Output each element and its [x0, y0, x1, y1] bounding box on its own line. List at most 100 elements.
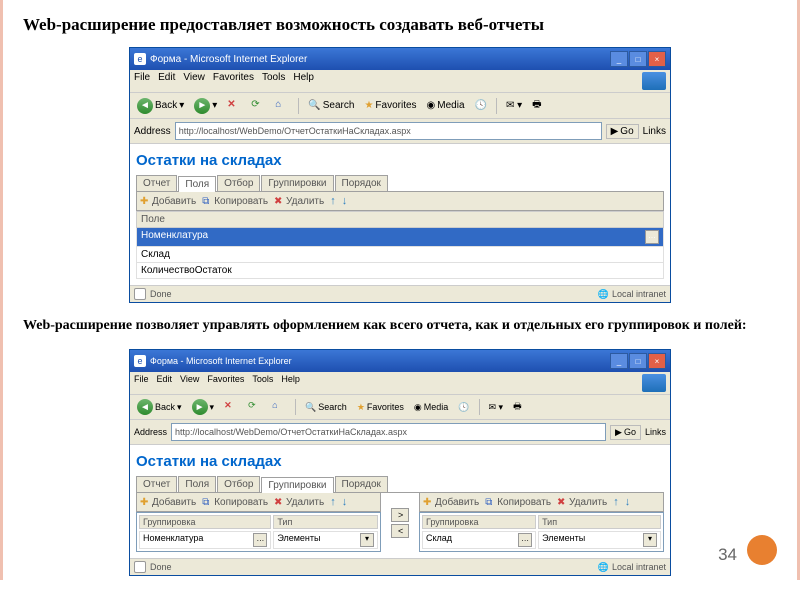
titlebar: e Форма - Microsoft Internet Explorer _ …	[130, 48, 670, 70]
slide-heading-2: Web-расширение позволяет управлять оформ…	[23, 318, 777, 334]
search-button[interactable]: 🔍Search	[302, 401, 350, 414]
page-number: 34	[718, 545, 737, 565]
home-button[interactable]: ⌂	[272, 98, 292, 114]
stop-button[interactable]: ✕	[221, 399, 241, 415]
tab-fields[interactable]: Поля	[178, 176, 216, 192]
status-text: Done	[150, 562, 172, 572]
address-input[interactable]: http://localhost/WebDemo/ОтчетОстаткиНаС…	[171, 423, 606, 441]
minimize-button[interactable]: _	[610, 51, 628, 67]
media-button[interactable]: ◉Media	[424, 99, 468, 112]
table-row[interactable]: Склад	[137, 247, 664, 263]
delete-button[interactable]: ✖Удалить	[274, 196, 324, 207]
menu-favorites[interactable]: Favorites	[213, 72, 254, 90]
table-row[interactable]: Номенклатура…	[137, 228, 664, 247]
menu-file[interactable]: File	[134, 374, 149, 392]
history-button[interactable]: 🕓	[472, 99, 490, 112]
dropdown-icon[interactable]: …	[253, 533, 267, 547]
media-button[interactable]: ◉Media	[411, 401, 451, 414]
dropdown-icon[interactable]: ▾	[360, 533, 374, 547]
favorites-button[interactable]: ★Favorites	[361, 99, 419, 112]
menu-edit[interactable]: Edit	[157, 374, 173, 392]
tab-order[interactable]: Порядок	[335, 476, 388, 492]
decorative-circle	[747, 535, 777, 565]
move-down-button[interactable]: ↓	[342, 496, 348, 508]
minimize-button[interactable]: _	[610, 353, 628, 369]
delete-button[interactable]: ✖Удалить	[274, 497, 324, 508]
links-label[interactable]: Links	[645, 427, 666, 437]
mail-button[interactable]: ✉ ▾	[503, 99, 525, 112]
home-button[interactable]: ⌂	[269, 399, 289, 415]
ie-logo	[642, 72, 666, 90]
tab-filter[interactable]: Отбор	[217, 175, 260, 191]
ie-icon: e	[134, 53, 146, 65]
move-up-button[interactable]: ↑	[330, 496, 336, 508]
refresh-button[interactable]: ⟳	[245, 399, 265, 415]
search-button[interactable]: 🔍Search	[305, 99, 357, 112]
menu-help[interactable]: Help	[281, 374, 300, 392]
copy-button[interactable]: ⧉Копировать	[202, 497, 268, 508]
add-button[interactable]: ✚Добавить	[140, 497, 196, 508]
tab-filter[interactable]: Отбор	[217, 476, 260, 492]
refresh-button[interactable]: ⟳	[248, 98, 268, 114]
menu-favorites[interactable]: Favorites	[207, 374, 244, 392]
move-down-button[interactable]: ↓	[342, 195, 348, 207]
tab-order[interactable]: Порядок	[335, 175, 388, 191]
maximize-button[interactable]: □	[629, 51, 647, 67]
move-left-button[interactable]: <	[391, 524, 409, 538]
go-button[interactable]: ▶Go	[606, 124, 639, 139]
back-button[interactable]: ◄Back ▾	[134, 97, 187, 115]
move-down-button[interactable]: ↓	[625, 496, 631, 508]
menubar: File Edit View Favorites Tools Help	[130, 372, 670, 395]
mail-button[interactable]: ✉ ▾	[486, 401, 507, 414]
favorites-button[interactable]: ★Favorites	[354, 401, 407, 414]
tab-report[interactable]: Отчет	[136, 175, 177, 191]
move-right-button[interactable]: >	[391, 508, 409, 522]
tab-groupings[interactable]: Группировки	[261, 477, 333, 493]
menu-tools[interactable]: Tools	[252, 374, 273, 392]
fields-table: Поле Номенклатура… Склад КоличествоОстат…	[136, 211, 664, 279]
tab-fields[interactable]: Поля	[178, 476, 216, 492]
close-button[interactable]: ×	[648, 51, 666, 67]
move-up-button[interactable]: ↑	[330, 195, 336, 207]
copy-button[interactable]: ⧉Копировать	[485, 497, 551, 508]
ie-icon: e	[134, 355, 146, 367]
move-up-button[interactable]: ↑	[613, 496, 619, 508]
go-button[interactable]: ▶Go	[610, 425, 641, 440]
dropdown-icon[interactable]: …	[645, 230, 659, 244]
table-row[interactable]: КоличествоОстаток	[137, 263, 664, 279]
menu-view[interactable]: View	[180, 374, 199, 392]
copy-button[interactable]: ⧉Копировать	[202, 196, 268, 207]
back-button[interactable]: ◄Back ▾	[134, 398, 185, 416]
tabs: Отчет Поля Отбор Группировки Порядок	[136, 476, 664, 493]
links-label[interactable]: Links	[643, 126, 666, 137]
table-row[interactable]: Номенклатура…Элементы▾	[139, 531, 378, 549]
menu-view[interactable]: View	[183, 72, 205, 90]
history-button[interactable]: 🕓	[455, 401, 472, 414]
page-title: Остатки на складах	[136, 453, 664, 470]
print-button[interactable]: 🖶	[529, 96, 544, 115]
menu-help[interactable]: Help	[293, 72, 314, 90]
menubar: File Edit View Favorites Tools Help	[130, 70, 670, 93]
toolbar: ◄Back ▾ ► ▾ ✕ ⟳ ⌂ 🔍Search ★Favorites ◉Me…	[130, 93, 670, 119]
dropdown-icon[interactable]: ▾	[643, 533, 657, 547]
transfer-buttons: > <	[391, 493, 409, 552]
ie-window-2: e Форма - Microsoft Internet Explorer _ …	[129, 349, 671, 576]
stop-button[interactable]: ✕	[224, 98, 244, 114]
tab-report[interactable]: Отчет	[136, 476, 177, 492]
forward-button[interactable]: ► ▾	[191, 97, 220, 115]
forward-button[interactable]: ► ▾	[189, 398, 218, 416]
table-row[interactable]: Склад…Элементы▾	[422, 531, 661, 549]
print-button[interactable]: 🖶	[510, 398, 525, 416]
delete-button[interactable]: ✖Удалить	[557, 497, 607, 508]
tab-groupings[interactable]: Группировки	[261, 175, 333, 191]
add-button[interactable]: ✚Добавить	[423, 497, 479, 508]
menu-file[interactable]: File	[134, 72, 150, 90]
address-input[interactable]: http://localhost/WebDemo/ОтчетОстаткиНаС…	[175, 122, 602, 140]
menu-edit[interactable]: Edit	[158, 72, 175, 90]
close-button[interactable]: ×	[648, 353, 666, 369]
dropdown-icon[interactable]: …	[518, 533, 532, 547]
menu-tools[interactable]: Tools	[262, 72, 285, 90]
ie-logo	[642, 374, 666, 392]
add-button[interactable]: ✚Добавить	[140, 196, 196, 207]
maximize-button[interactable]: □	[629, 353, 647, 369]
